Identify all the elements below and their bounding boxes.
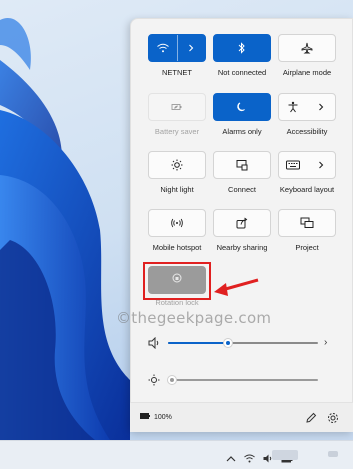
tile-nearby[interactable] [213, 209, 271, 237]
wifi-icon [156, 43, 169, 53]
notification-button[interactable] [328, 451, 338, 457]
volume-track[interactable] [168, 338, 318, 348]
chevron-right-icon[interactable] [308, 152, 336, 178]
chevron-right-icon[interactable] [308, 94, 336, 120]
keyboard-icon [285, 160, 300, 170]
brightness-thumb[interactable] [167, 375, 177, 385]
tile-connect[interactable] [213, 151, 271, 179]
battery-icon [140, 413, 150, 421]
tile-label-project: Project [295, 243, 319, 252]
gear-icon[interactable] [327, 411, 339, 429]
speaker-icon[interactable] [148, 336, 160, 354]
tile-label-airplane: Airplane mode [282, 68, 332, 77]
taskbar [0, 440, 353, 469]
volume-output-chevron[interactable]: › [324, 337, 327, 348]
accessibility-icon [287, 101, 299, 113]
cast-icon [236, 159, 248, 171]
sun-icon [171, 159, 183, 171]
clock-area[interactable] [272, 450, 298, 460]
chevron-right-icon[interactable] [178, 35, 206, 61]
quick-settings-footer: 100% [130, 402, 353, 432]
tile-project[interactable] [278, 209, 336, 237]
airplane-icon [301, 42, 313, 54]
highlight-box [143, 262, 211, 300]
tile-hotspot[interactable] [148, 209, 206, 237]
tile-label-accessibility: Accessibility [286, 127, 328, 136]
moon-icon [236, 101, 248, 113]
chevron-up-icon[interactable] [226, 450, 236, 468]
watermark: ©thegeekpage.com [116, 309, 272, 327]
tile-bluetooth[interactable] [213, 34, 271, 62]
tile-battery-saver[interactable] [148, 93, 206, 121]
tile-night-light[interactable] [148, 151, 206, 179]
tile-airplane[interactable] [278, 34, 336, 62]
wifi-tray-icon[interactable] [244, 450, 255, 468]
battery-percent: 100% [154, 413, 172, 421]
brightness-icon [148, 373, 160, 391]
tile-accessibility[interactable] [278, 93, 336, 121]
tile-wifi[interactable] [148, 34, 206, 62]
brightness-slider-row [148, 373, 338, 387]
bluetooth-icon [237, 42, 247, 54]
battery-status[interactable]: 100% [140, 413, 172, 421]
share-icon [236, 217, 248, 229]
brightness-track[interactable] [167, 375, 318, 385]
volume-slider-row: › [148, 336, 338, 350]
tile-label-keyboard: Keyboard layout [279, 185, 335, 194]
battery-leaf-icon [171, 102, 183, 112]
volume-fill [168, 342, 228, 344]
volume-thumb[interactable] [223, 338, 233, 348]
tile-focus[interactable] [213, 93, 271, 121]
tile-keyboard[interactable] [278, 151, 336, 179]
red-arrow [212, 276, 262, 303]
hotspot-icon [171, 217, 183, 229]
pencil-icon[interactable] [305, 411, 317, 429]
project-icon [300, 217, 314, 229]
